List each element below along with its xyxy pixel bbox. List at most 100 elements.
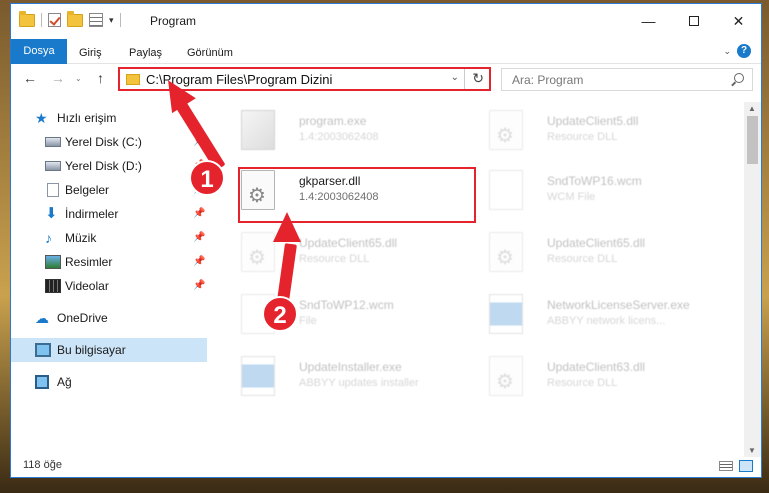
sidebar-item-label: Ağ — [57, 375, 72, 389]
file-name: SndToWP16.wcm — [547, 174, 642, 188]
file-name: UpdateClient65.dll — [299, 236, 398, 250]
file-type: Resource DLL — [299, 253, 370, 265]
file-item[interactable]: UpdateClient65.dll Resource DLL — [479, 224, 719, 284]
window-title: Program — [150, 14, 197, 28]
file-item[interactable]: program.exe 1.4:2003062408 — [231, 102, 471, 162]
details-view-icon[interactable] — [719, 461, 733, 471]
file-name: UpdateClient65.dll — [547, 236, 646, 250]
file-name: UpdateInstaller.exe — [299, 360, 402, 374]
maximize-button[interactable] — [671, 4, 716, 38]
back-button[interactable]: ← — [23, 70, 37, 86]
file-item[interactable]: UpdateClient65.dll Resource DLL — [231, 224, 471, 284]
music-icon: ♪ — [45, 230, 52, 246]
recent-locations-button[interactable]: ⌄ — [75, 74, 82, 83]
cloud-icon: ☁ — [35, 310, 49, 326]
application-icon — [489, 294, 523, 334]
scroll-up-icon[interactable]: ▲ — [748, 104, 756, 113]
refresh-button[interactable]: ↻ — [472, 70, 484, 87]
file-item[interactable]: UpdateClient63.dll Resource DLL — [479, 348, 719, 408]
ribbon-expand-icon[interactable]: ⌄ — [723, 46, 731, 57]
search-input[interactable]: Ara: Program — [501, 68, 753, 91]
star-icon: ★ — [35, 110, 48, 126]
scroll-down-icon[interactable]: ▼ — [748, 446, 756, 455]
item-count: 118 öğe — [23, 459, 62, 471]
forward-button[interactable]: → — [51, 70, 65, 86]
dll-file-icon — [241, 232, 275, 272]
sidebar-item-documents[interactable]: Belgeler 📌 — [11, 178, 207, 202]
new-folder-icon[interactable] — [67, 10, 83, 27]
sidebar-item-network[interactable]: Ağ — [11, 370, 207, 394]
file-type: File — [299, 315, 317, 327]
file-name: UpdateClient5.dll — [547, 114, 639, 128]
file-description: ABBYY network licens... — [547, 315, 666, 327]
computer-icon — [35, 343, 51, 357]
sidebar-item-label: Müzik — [65, 231, 97, 245]
sidebar-item-videos[interactable]: Videolar 📌 — [11, 274, 207, 298]
application-icon — [241, 356, 275, 396]
file-item[interactable]: NetworkLicenseServer.exe ABBYY network l… — [479, 286, 719, 346]
downloads-icon: ⬇ — [45, 205, 58, 222]
sidebar-item-local-disk-d[interactable]: Yerel Disk (D:) 📌 — [11, 154, 207, 178]
file-name: UpdateClient63.dll — [547, 360, 646, 374]
file-version: 1.4:2003062408 — [299, 131, 379, 143]
file-name: SndToWP12.wcm — [299, 298, 394, 312]
tab-share[interactable]: Paylaş — [119, 42, 172, 64]
pin-icon[interactable]: 📌 — [193, 256, 205, 267]
step-badge-2: 2 — [262, 296, 298, 332]
pin-icon[interactable]: 📌 — [193, 208, 205, 219]
up-button[interactable]: ↑ — [97, 70, 104, 86]
large-icons-view-icon[interactable] — [739, 460, 753, 472]
sidebar-item-pictures[interactable]: Resimler 📌 — [11, 250, 207, 274]
close-button[interactable]: ✕ — [716, 4, 761, 38]
file-description: ABBYY updates installer — [299, 377, 419, 389]
search-placeholder: Ara: Program — [512, 73, 584, 87]
tab-view[interactable]: Görünüm — [177, 42, 243, 64]
dll-file-icon — [489, 110, 523, 150]
file-type: Resource DLL — [547, 253, 618, 265]
sidebar-item-label: Hızlı erişim — [57, 111, 117, 125]
file-icon — [489, 170, 523, 210]
properties-check-icon[interactable] — [48, 13, 61, 27]
sidebar-item-label: Videolar — [65, 279, 109, 293]
pin-icon[interactable]: 📌 — [193, 280, 205, 291]
sidebar-item-onedrive[interactable]: ☁ OneDrive — [11, 306, 207, 330]
tab-home[interactable]: Giriş — [69, 42, 112, 64]
status-bar: 118 öğe — [11, 455, 761, 477]
file-item[interactable]: UpdateClient5.dll Resource DLL — [479, 102, 719, 162]
disk-icon — [45, 137, 61, 147]
step-badge-1: 1 — [189, 160, 225, 196]
pin-icon[interactable]: 📌 — [193, 232, 205, 243]
sidebar-item-label: Yerel Disk (C:) — [65, 135, 142, 149]
properties-icon[interactable] — [89, 13, 103, 27]
sidebar-item-local-disk-c[interactable]: Yerel Disk (C:) 📌 — [11, 130, 207, 154]
ribbon-tabs: Dosya Giriş Paylaş Görünüm ⌄ ? — [11, 38, 761, 64]
file-type: Resource DLL — [547, 131, 618, 143]
sidebar-item-downloads[interactable]: ⬇ İndirmeler 📌 — [11, 202, 207, 226]
quick-access-toolbar: ▾ — [19, 10, 121, 27]
vertical-scrollbar[interactable]: ▲ ▼ — [744, 102, 761, 457]
sidebar-item-music[interactable]: ♪ Müzik 📌 — [11, 226, 207, 250]
explorer-window: ▾ Program — ✕ Dosya Giriş Paylaş Görünüm… — [10, 3, 762, 478]
file-name: NetworkLicenseServer.exe — [547, 298, 690, 312]
file-list: program.exe 1.4:2003062408 UpdateClient5… — [221, 102, 741, 452]
navigation-pane: ★ Hızlı erişim Yerel Disk (C:) 📌 Yerel D… — [11, 102, 207, 452]
address-dropdown-icon[interactable]: ⌄ — [451, 72, 459, 83]
pictures-icon — [45, 255, 61, 269]
network-icon — [35, 375, 49, 389]
tab-file[interactable]: Dosya — [11, 39, 67, 64]
file-type: WCM File — [547, 191, 596, 203]
scroll-thumb[interactable] — [747, 116, 758, 164]
customize-arrow-icon[interactable]: ▾ — [109, 15, 114, 26]
folder-icon — [126, 74, 140, 85]
minimize-button[interactable]: — — [626, 4, 671, 38]
dll-file-icon — [489, 356, 523, 396]
sidebar-item-label: Bu bilgisayar — [57, 343, 126, 357]
sidebar-item-this-pc[interactable]: Bu bilgisayar — [11, 338, 207, 362]
folder-icon — [19, 10, 35, 27]
address-separator — [464, 69, 465, 89]
file-item[interactable]: UpdateInstaller.exe ABBYY updates instal… — [231, 348, 471, 408]
help-icon[interactable]: ? — [737, 44, 751, 58]
sidebar-item-label: İndirmeler — [65, 207, 119, 221]
sidebar-item-label: Yerel Disk (D:) — [65, 159, 142, 173]
file-item[interactable]: SndToWP16.wcm WCM File — [479, 162, 719, 222]
